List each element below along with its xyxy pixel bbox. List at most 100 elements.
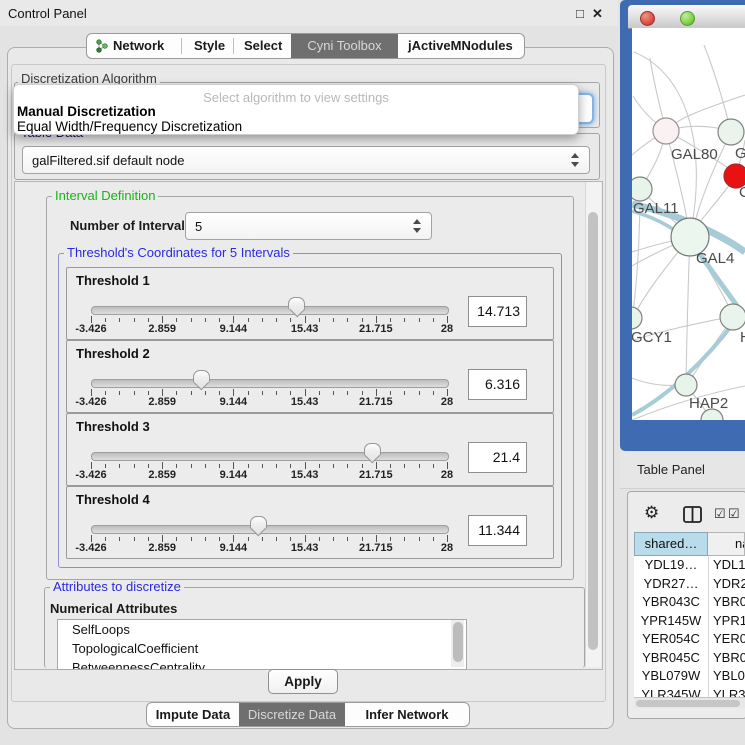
slider-thumb[interactable] (250, 516, 267, 528)
network-node[interactable] (675, 374, 697, 396)
threshold-panel: Threshold 3-3.4262.8599.14415.4321.71528… (66, 413, 554, 486)
threshold-value-field[interactable]: 6.316 (468, 369, 527, 400)
attribute-list-item[interactable]: TopologicalCoefficient (58, 639, 466, 658)
tab-jactivemnodules[interactable]: jActiveMNodules (408, 38, 513, 53)
table-hscrollbar-track[interactable] (634, 697, 745, 708)
table-row[interactable]: YBL079WYBL0 (634, 667, 745, 686)
slider-tick (276, 391, 277, 395)
slider-tick (134, 391, 135, 395)
attribute-list-item[interactable]: BetweennessCentrality (58, 658, 466, 670)
settings-scrollbar-thumb[interactable] (588, 212, 598, 650)
table-row[interactable]: YBR045CYBR0 (634, 649, 745, 668)
slider-tick (447, 535, 448, 542)
table-data-combo-value: galFiltered.sif default node (23, 153, 184, 168)
tab-style[interactable]: Style (194, 38, 225, 53)
tab-impute-data[interactable]: Impute Data (147, 703, 239, 726)
float-window-icon[interactable]: □ (576, 6, 584, 21)
cell-name: YDR2 (713, 575, 745, 594)
table-row[interactable]: YDL19…YDL1 (634, 556, 745, 575)
attributes-scrollbar-thumb[interactable] (453, 622, 463, 662)
cell-name: YER0 (713, 630, 745, 649)
close-traffic-light-icon[interactable] (640, 11, 655, 26)
slider-tick (191, 318, 192, 322)
tab-cyni-toolbox[interactable]: Cyni Toolbox (291, 34, 398, 58)
network-node[interactable] (632, 177, 652, 201)
bottom-tabbar: Impute Data Discretize Data Infer Networ… (146, 702, 470, 727)
tab-infer-network[interactable]: Infer Network (345, 703, 469, 726)
threshold-value-field[interactable]: 11.344 (468, 515, 527, 546)
slider-tick (219, 318, 220, 322)
network-edge[interactable] (632, 378, 679, 385)
network-node[interactable] (718, 119, 744, 145)
slider-tick (162, 316, 163, 323)
column-header-shared-name[interactable]: shared… (634, 532, 708, 556)
slider-tick (333, 391, 334, 395)
network-node[interactable] (632, 307, 642, 329)
slider-tick (447, 316, 448, 323)
slider-tick-label: 2.859 (148, 542, 176, 554)
slider-tick (362, 391, 363, 395)
threshold-value-field[interactable]: 14.713 (468, 296, 527, 327)
slider-thumb[interactable] (364, 443, 381, 455)
attributes-scrollbar-track[interactable] (451, 620, 464, 667)
slider-tick-label: 9.144 (220, 323, 248, 335)
table-row[interactable]: YPR145WYPR1 (634, 612, 745, 631)
network-canvas[interactable]: GAL80GACGAL11GAL4GCY1HHAP2 (632, 28, 745, 420)
network-edge[interactable] (704, 45, 731, 132)
apply-button[interactable]: Apply (268, 669, 338, 694)
slider-thumb[interactable] (193, 370, 210, 382)
slider-tick (176, 391, 177, 395)
tab-discretize-data[interactable]: Discretize Data (239, 703, 345, 726)
table-data-combo[interactable]: galFiltered.sif default node (22, 146, 590, 174)
close-icon[interactable]: ✕ (592, 6, 603, 22)
network-node-label: GAL11 (633, 200, 679, 217)
column-header-name[interactable]: name (708, 532, 745, 556)
settings-scrollbar-track[interactable] (585, 182, 601, 667)
checkbox-icon[interactable]: ☑ (714, 506, 726, 522)
slider-thumb[interactable] (288, 297, 305, 309)
gear-icon[interactable]: ⚙ (644, 503, 659, 523)
attribute-list-item[interactable]: SelfLoops (58, 620, 466, 639)
minimize-traffic-light-icon[interactable] (660, 11, 673, 24)
table-row[interactable]: YLR345WYLR3 (634, 686, 745, 698)
slider-tick (119, 318, 120, 322)
slider-tick (91, 389, 92, 396)
num-intervals-combo[interactable]: 5 (185, 212, 432, 240)
slider-tick (404, 391, 405, 395)
slider-track[interactable] (91, 379, 449, 388)
slider-tick (105, 391, 106, 395)
slider-tick (205, 391, 206, 395)
network-node[interactable] (653, 118, 679, 144)
cell-shared-name: YDL19… (634, 556, 708, 575)
zoom-traffic-light-icon[interactable] (680, 11, 695, 26)
slider-track[interactable] (91, 452, 449, 461)
slider-tick (333, 318, 334, 322)
threshold-value-field[interactable]: 21.4 (468, 442, 527, 473)
slider-tick (162, 462, 163, 469)
slider-tick (390, 537, 391, 541)
network-node[interactable] (720, 304, 745, 330)
tab-network[interactable]: Network (113, 38, 164, 53)
table-row[interactable]: YDR27…YDR2 (634, 575, 745, 594)
slider-track[interactable] (91, 525, 449, 534)
slider-tick (404, 464, 405, 468)
checkbox-icon[interactable]: ☑ (728, 506, 740, 522)
table-hscrollbar-thumb[interactable] (636, 700, 740, 707)
split-table-icon[interactable] (683, 506, 702, 523)
slider-tick (419, 537, 420, 541)
slider-tick (91, 535, 92, 542)
slider-tick (390, 391, 391, 395)
tab-select[interactable]: Select (244, 38, 282, 53)
menu-item-manual-discretization[interactable]: Manual Discretization (17, 104, 156, 119)
slider-track[interactable] (91, 306, 449, 315)
table-row[interactable]: YER054CYER0 (634, 630, 745, 649)
slider-tick (376, 316, 377, 323)
network-graph: GAL80GACGAL11GAL4GCY1HHAP2 (632, 28, 745, 420)
network-node-label: GA (735, 145, 745, 162)
slider-tick (248, 391, 249, 395)
table-row[interactable]: YBR043CYBR0 (634, 593, 745, 612)
slider-tick (419, 391, 420, 395)
menu-item-equal-width-frequency[interactable]: Equal Width/Frequency Discretization (17, 119, 242, 134)
slider-tick (205, 464, 206, 468)
network-edge[interactable] (686, 237, 690, 378)
